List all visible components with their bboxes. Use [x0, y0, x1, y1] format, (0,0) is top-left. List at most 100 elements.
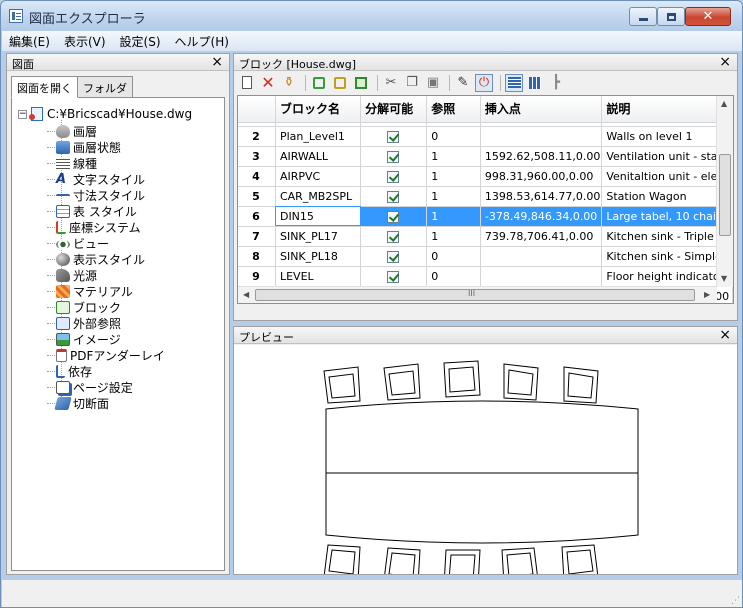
tree-item-layers[interactable]: 画層	[47, 123, 165, 139]
preview-panel-header: プレビュー ×	[234, 327, 737, 344]
maximize-button[interactable]	[657, 7, 685, 26]
toolbar-separator	[377, 74, 378, 91]
chair-bottom-3	[443, 549, 481, 587]
block-name-cell: AIRWALL	[275, 146, 362, 167]
toolbar-separator	[449, 74, 450, 91]
paste-icon[interactable]: ▣	[424, 74, 442, 92]
power-icon[interactable]: ⏻	[475, 73, 493, 92]
tree-item-sections[interactable]: 切断面	[47, 395, 165, 411]
cut-icon[interactable]: ✂	[382, 74, 400, 92]
tree-item-ucs[interactable]: 座標システム	[47, 219, 165, 235]
table-row[interactable]: 6 DIN15 1 -378.49,846.34,0.00 Large tabel, 1…	[238, 206, 733, 227]
row-index: 9	[238, 266, 276, 287]
tree-item-table-styles[interactable]: 表 スタイル	[47, 203, 165, 219]
tree-item-pdf-underlays[interactable]: PDFアンダーレイ	[47, 347, 165, 363]
chair-bottom-5	[561, 544, 599, 582]
blocks-panel-close-icon[interactable]: ×	[719, 54, 731, 70]
delete-icon[interactable]: ✕	[259, 73, 277, 92]
title-bar[interactable]: 図面エクスプローラ ✕	[1, 1, 742, 31]
insert-block-icon[interactable]	[310, 74, 328, 92]
explodable-checkbox[interactable]	[387, 190, 400, 203]
tree-item-xrefs[interactable]: 外部参照	[47, 315, 165, 331]
vertical-scrollbar[interactable]: ▲ ▼	[716, 96, 733, 287]
app-icon	[9, 9, 23, 23]
vertical-scroll-thumb[interactable]	[719, 154, 731, 236]
minimize-button[interactable]	[629, 7, 657, 26]
explodable-checkbox[interactable]	[387, 270, 400, 283]
thumbnail-view-icon[interactable]	[526, 74, 544, 92]
menu-help[interactable]: ヘルプ(H)	[168, 33, 236, 50]
tree-item-lights[interactable]: 光源	[47, 267, 165, 283]
tree-item-page-setups[interactable]: ページ設定	[47, 379, 165, 395]
right-panel: ブロック [House.dwg] × ✕ ⚱ ✂ ❐ ▣ ✎ ⏻ ┣ ブロック名…	[233, 53, 738, 587]
tree-item-linetypes[interactable]: 線種	[47, 155, 165, 171]
close-button[interactable]: ✕	[685, 7, 731, 26]
explodable-cell	[360, 266, 428, 287]
xref-icon	[56, 316, 70, 330]
scroll-right-icon[interactable]: ▶	[704, 290, 710, 299]
tree-item-materials[interactable]: マテリアル	[47, 283, 165, 299]
col-header-explodable[interactable]: 分解可能	[360, 96, 428, 123]
scroll-up-icon[interactable]: ▲	[721, 99, 727, 108]
scroll-left-icon[interactable]: ◀	[243, 290, 249, 299]
table-row[interactable]: 7 SINK_PL17 1 739.78,706.41,0.00 Kitchen sin…	[238, 226, 733, 247]
window-title: 図面エクスプローラ	[29, 12, 146, 27]
explodable-checkbox[interactable]	[387, 170, 400, 183]
table-row[interactable]: 5 CAR_MB2SPL 1 1398.53,614.77,0.00 Station W…	[238, 186, 733, 207]
tree-item-views[interactable]: ビュー	[47, 235, 165, 251]
tree-item-layer-states[interactable]: 画層状態	[47, 139, 165, 155]
menu-view[interactable]: 表示(V)	[57, 33, 113, 50]
tree-item-dimension-styles[interactable]: 寸法スタイル	[47, 187, 165, 203]
explodable-checkbox[interactable]	[387, 130, 400, 143]
collapse-icon[interactable]: −	[18, 109, 27, 119]
references-cell: 1	[426, 206, 481, 227]
tab-folders[interactable]: フォルダ	[77, 76, 133, 97]
layer-icon	[56, 124, 70, 138]
explodable-checkbox[interactable]	[387, 150, 400, 163]
chair-bottom-4	[501, 547, 539, 585]
edit-block-icon[interactable]	[352, 74, 370, 92]
copy-block-icon[interactable]	[331, 74, 349, 92]
explodable-cell	[360, 186, 428, 207]
explodable-checkbox[interactable]	[387, 210, 400, 223]
status-bar: ⋰	[2, 579, 742, 607]
col-header-insertion-point[interactable]: 挿入点	[480, 96, 603, 123]
scroll-down-icon[interactable]: ▼	[721, 274, 727, 283]
explodable-checkbox[interactable]	[387, 250, 400, 263]
resize-grip-icon[interactable]: ⋰	[731, 596, 740, 606]
description-cell: Venitaltion unit - elect	[601, 166, 733, 187]
col-header-description[interactable]: 説明	[601, 96, 733, 123]
table-row[interactable]: 9 LEVEL 0 Floor height indicator	[238, 266, 733, 287]
tree-root[interactable]: − C:¥Bricscad¥House.dwg	[18, 106, 192, 122]
col-header-references[interactable]: 参照	[426, 96, 481, 123]
new-icon[interactable]	[238, 74, 256, 92]
tree-item-blocks[interactable]: ブロック	[47, 299, 165, 315]
menu-settings[interactable]: 設定(S)	[113, 33, 168, 50]
explodable-checkbox[interactable]	[387, 230, 400, 243]
table-row[interactable]: 2 Plan_Level1 0 Walls on level 1	[238, 126, 733, 147]
explodable-cell	[360, 126, 428, 147]
tab-open-drawings[interactable]: 図面を開く	[11, 76, 78, 98]
table-row[interactable]: 8 SINK_PL18 0 Kitchen sink - Simple	[238, 246, 733, 267]
tree-item-visual-styles[interactable]: 表示スタイル	[47, 251, 165, 267]
tree-item-dependencies[interactable]: 依存	[47, 363, 165, 379]
horizontal-scroll-thumb[interactable]: III	[255, 289, 695, 301]
details-view-icon[interactable]	[505, 73, 523, 92]
table-row[interactable]: 3 AIRWALL 1 1592.62,508.11,0.00 Ventilation …	[238, 146, 733, 167]
horizontal-scrollbar[interactable]: ◀ III ▶	[238, 286, 717, 303]
col-header-index	[238, 96, 276, 123]
copy-icon[interactable]: ❐	[403, 74, 421, 92]
table-row[interactable]: 4 AIRPVC 1 998.31,960.00,0.00 Venitaltion un…	[238, 166, 733, 187]
pencil-icon[interactable]: ✎	[454, 74, 472, 92]
tree-view-icon[interactable]: ┣	[547, 74, 565, 92]
drawing-panel-close-icon[interactable]: ×	[211, 54, 223, 70]
blocks-grid: ブロック名 分解可能 参照 挿入点 説明 2 Plan_Level1 0 Walls …	[237, 95, 734, 304]
dimension-style-icon	[56, 193, 70, 201]
purge-icon[interactable]: ⚱	[280, 74, 298, 92]
menu-edit[interactable]: 編集(E)	[2, 33, 57, 50]
tree-item-images[interactable]: イメージ	[47, 331, 165, 347]
description-cell: Kitchen sink - Simple	[601, 246, 733, 267]
preview-panel-close-icon[interactable]: ×	[719, 327, 731, 343]
col-header-name[interactable]: ブロック名	[275, 96, 362, 123]
tree-item-text-styles[interactable]: A 文字スタイル	[47, 171, 165, 187]
